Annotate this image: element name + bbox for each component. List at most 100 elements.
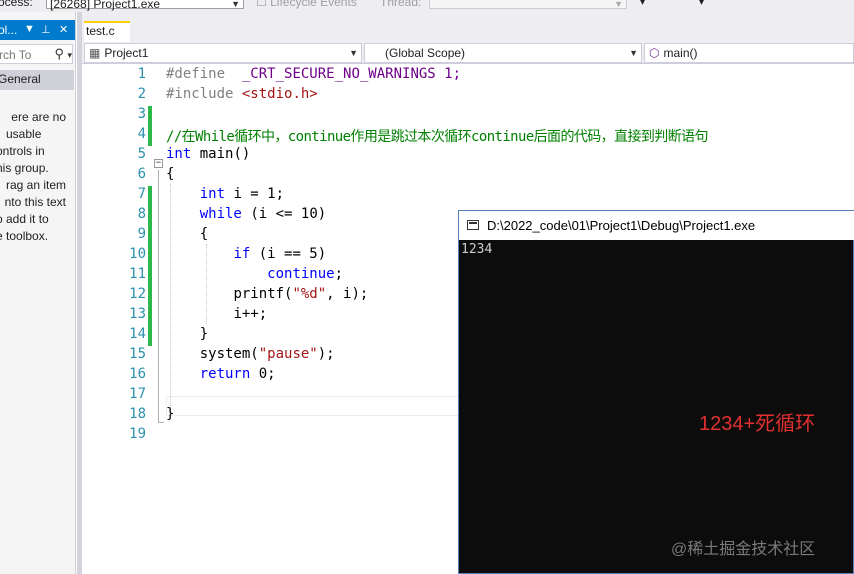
window-position-icon[interactable]: ▼ [24, 23, 35, 35]
code-line: if (i == 5) [166, 246, 326, 262]
line-number: 16 [129, 366, 146, 382]
string-token: "%d" [292, 286, 327, 302]
overflow-icon[interactable]: ▾ [640, 0, 645, 8]
line-number: 4 [137, 126, 146, 142]
string-token: "pause" [258, 346, 318, 362]
debug-toolbar: ocess: [26268] Project1.exe ▼ ☐ Lifecycl… [0, 0, 854, 12]
message-line: o add it to [0, 212, 49, 226]
keyword-token: if [233, 246, 251, 262]
process-label: ocess: [0, 0, 33, 9]
line-number: 1 [137, 66, 146, 82]
code-token: } [199, 326, 209, 342]
line-number: 18 [129, 406, 146, 422]
console-title: D:\2022_code\01\Project1\Debug\Project1.… [487, 218, 756, 233]
collapse-icon[interactable]: − [154, 159, 163, 168]
tab-label: test.c [86, 24, 115, 38]
code-token: 0; [258, 366, 276, 382]
code-token: i = 1; [233, 186, 285, 202]
code-line: system("pause"); [166, 346, 335, 362]
line-number: 2 [137, 86, 146, 102]
message-line: ere are no [11, 110, 66, 124]
code-line: #include <stdio.h> [166, 86, 318, 102]
message-line: ontrols in [0, 144, 45, 158]
member-value: main() [663, 46, 698, 60]
code-line: while (i <= 10) [166, 206, 326, 222]
lifecycle-events-button[interactable]: ☐ Lifecycle Events [256, 0, 357, 9]
chevron-down-icon: ▼ [614, 0, 623, 9]
code-token: system( [199, 346, 259, 362]
search-icon[interactable]: ⚲ [54, 46, 64, 62]
function-icon: ⬡ [649, 46, 660, 60]
line-number: 8 [137, 206, 146, 222]
code-token: , i); [326, 286, 369, 302]
process-value: [26268] Project1.exe [50, 0, 161, 11]
toolbox-header[interactable]: ol... ▼ ⊥ ✕ [0, 20, 75, 40]
line-number: 10 [129, 246, 146, 262]
project-dropdown[interactable]: ▦ Project1 ▼ [84, 43, 362, 63]
code-token: printf( [233, 286, 293, 302]
outline-line [158, 170, 159, 422]
lifecycle-checkbox-icon: ☐ [256, 0, 267, 9]
close-icon[interactable]: ✕ [59, 23, 68, 36]
search-options-icon[interactable]: ▾ [67, 50, 72, 61]
chevron-down-icon: ▼ [231, 0, 240, 9]
comment-line: //在While循环中，continue作用是跳过本次循环continue后面的… [166, 129, 708, 145]
code-line: int main() [166, 146, 250, 162]
line-number: 3 [137, 106, 146, 122]
keyword-token: int [166, 146, 192, 162]
code-token: { [199, 226, 209, 242]
pin-icon[interactable]: ⊥ [41, 23, 51, 36]
thread-dropdown[interactable]: ▼ [429, 0, 627, 9]
code-token: ; [334, 266, 344, 282]
macro-token: _CRT_SECURE_NO_WARNINGS 1; [241, 66, 462, 82]
line-number: 12 [129, 286, 146, 302]
line-number: 9 [137, 226, 146, 242]
console-title-bar[interactable]: D:\2022_code\01\Project1\Debug\Project1.… [459, 211, 854, 240]
toolbox-search-input[interactable]: rch To ⚲ ▾ [0, 44, 73, 64]
document-tab-bar: test.c [82, 12, 854, 42]
line-number: 5 [137, 146, 146, 162]
preprocessor-token: #define [166, 66, 226, 82]
change-marker [148, 186, 152, 346]
chevron-down-icon: ▼ [349, 48, 358, 58]
message-line: nto this text [4, 195, 66, 209]
navigation-bar: ▦ Project1 ▼ (Global Scope) ▼ ⬡ main() [82, 42, 854, 64]
code-line: { [166, 166, 175, 182]
function-token: main() [199, 146, 251, 162]
include-token: <stdio.h> [241, 86, 318, 102]
scope-dropdown[interactable]: (Global Scope) ▼ [364, 43, 642, 63]
keyword-token: while [199, 206, 242, 222]
line-number: 14 [129, 326, 146, 342]
customize-icon[interactable]: ▾ [699, 0, 704, 8]
code-line: #define _CRT_SECURE_NO_WARNINGS 1; [166, 66, 461, 82]
toolbox-title: ol... [0, 23, 18, 37]
watermark: @稀土掘金技术社区 [671, 541, 816, 558]
code-line: printf("%d", i); [166, 286, 368, 302]
outline-end [158, 422, 164, 423]
thread-label: Thread: [380, 0, 422, 9]
project-value: Project1 [104, 46, 149, 60]
process-dropdown[interactable]: [26268] Project1.exe ▼ [46, 0, 244, 11]
scope-value: (Global Scope) [385, 46, 466, 60]
code-line: { [166, 226, 208, 242]
member-dropdown[interactable]: ⬡ main() [644, 43, 854, 63]
code-line: continue; [166, 266, 343, 282]
keyword-token: continue [267, 266, 335, 282]
line-number: 6 [137, 166, 146, 182]
code-line: int i = 1; [166, 186, 284, 202]
toolbox-group-general[interactable]: General [0, 70, 74, 90]
toolbox-empty-message: ere are no usable ontrols in his group. … [0, 109, 66, 245]
line-number: 13 [129, 306, 146, 322]
code-line: i++; [166, 306, 267, 322]
tab-test-c[interactable]: test.c [84, 21, 130, 42]
message-line: his group. [0, 161, 49, 175]
console-output: 1234 [461, 242, 493, 257]
change-marker [148, 106, 152, 146]
code-token: (i == 5) [258, 246, 327, 262]
code-line: } [166, 326, 208, 342]
code-line: } [166, 406, 175, 422]
code-token: i++; [233, 306, 268, 322]
preprocessor-token: #include [166, 86, 234, 102]
console-window[interactable]: D:\2022_code\01\Project1\Debug\Project1.… [458, 210, 854, 574]
project-icon: ▦ [89, 46, 101, 60]
